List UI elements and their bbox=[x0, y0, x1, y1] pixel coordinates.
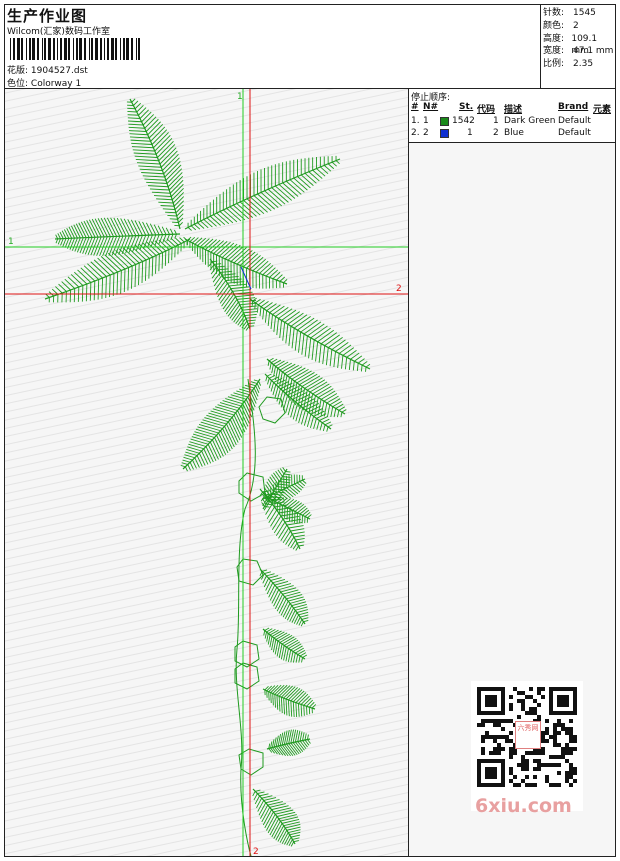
stat-scale: 比例: 2.35 bbox=[543, 59, 594, 70]
guide-label-green-top: 1 bbox=[237, 92, 243, 102]
header-info: 生产作业图 Wilcom(汇家)数码工作室 花版: 1904527.dst 色位… bbox=[5, 5, 541, 89]
file-name: 1904527.dst bbox=[30, 66, 88, 76]
watermark-badge: 六秀网 bbox=[515, 721, 541, 749]
table-row: 1. 1 1542 1 Dark Green Default bbox=[411, 116, 591, 126]
colorway-line: 色位: Colorway 1 bbox=[7, 76, 81, 89]
guide-label-green-left: 1 bbox=[8, 237, 14, 247]
stat-stitches: 针数: 1545 bbox=[543, 8, 596, 18]
stat-width: 宽度: 47.1 mm bbox=[543, 46, 614, 57]
table-row: 2. 2 1 2 Blue Default bbox=[411, 128, 591, 138]
guide-label-red-bottom: 2 bbox=[253, 847, 259, 856]
file-label: 花版: bbox=[7, 66, 29, 76]
colorway-label: 色位: bbox=[7, 79, 29, 89]
qr-code: 六秀网 bbox=[471, 681, 583, 811]
stats-panel: 针数: 1545 颜色: 2 高度: 109.1 mm 宽度: 47.1 mm 比例: 2… bbox=[541, 5, 615, 89]
page-title: 生产作业图 bbox=[7, 7, 88, 25]
guide-label-red-right: 2 bbox=[396, 284, 402, 294]
fabric-texture bbox=[5, 89, 408, 856]
stop-sequence-panel: 停止顺序: # N# St. 代码 描述 Brand 元素 1. 1 1542 … bbox=[409, 89, 615, 856]
colorway-name: Colorway 1 bbox=[30, 79, 82, 89]
color-swatch bbox=[440, 129, 449, 138]
barcode bbox=[10, 38, 140, 60]
production-sheet: 生产作业图 Wilcom(汇家)数码工作室 花版: 1904527.dst 色位… bbox=[4, 4, 616, 857]
table-header: # N# St. 代码 描述 Brand 元素 bbox=[411, 102, 612, 115]
design-canvas: 1 1 2 2 bbox=[5, 89, 409, 856]
stat-colors: 颜色: 2 bbox=[543, 20, 579, 31]
watermark-text: 6xiu.com bbox=[475, 795, 572, 817]
stat-height: 高度: 109.1 mm bbox=[543, 33, 598, 57]
stop-sequence-table: 停止顺序: # N# St. 代码 描述 Brand 元素 1. 1 1542 … bbox=[409, 89, 615, 143]
color-swatch bbox=[440, 117, 449, 126]
studio-name: Wilcom(汇家)数码工作室 bbox=[7, 27, 110, 37]
embroidery-preview: 1 1 2 2 bbox=[5, 89, 408, 856]
file-line: 花版: 1904527.dst bbox=[7, 63, 88, 76]
